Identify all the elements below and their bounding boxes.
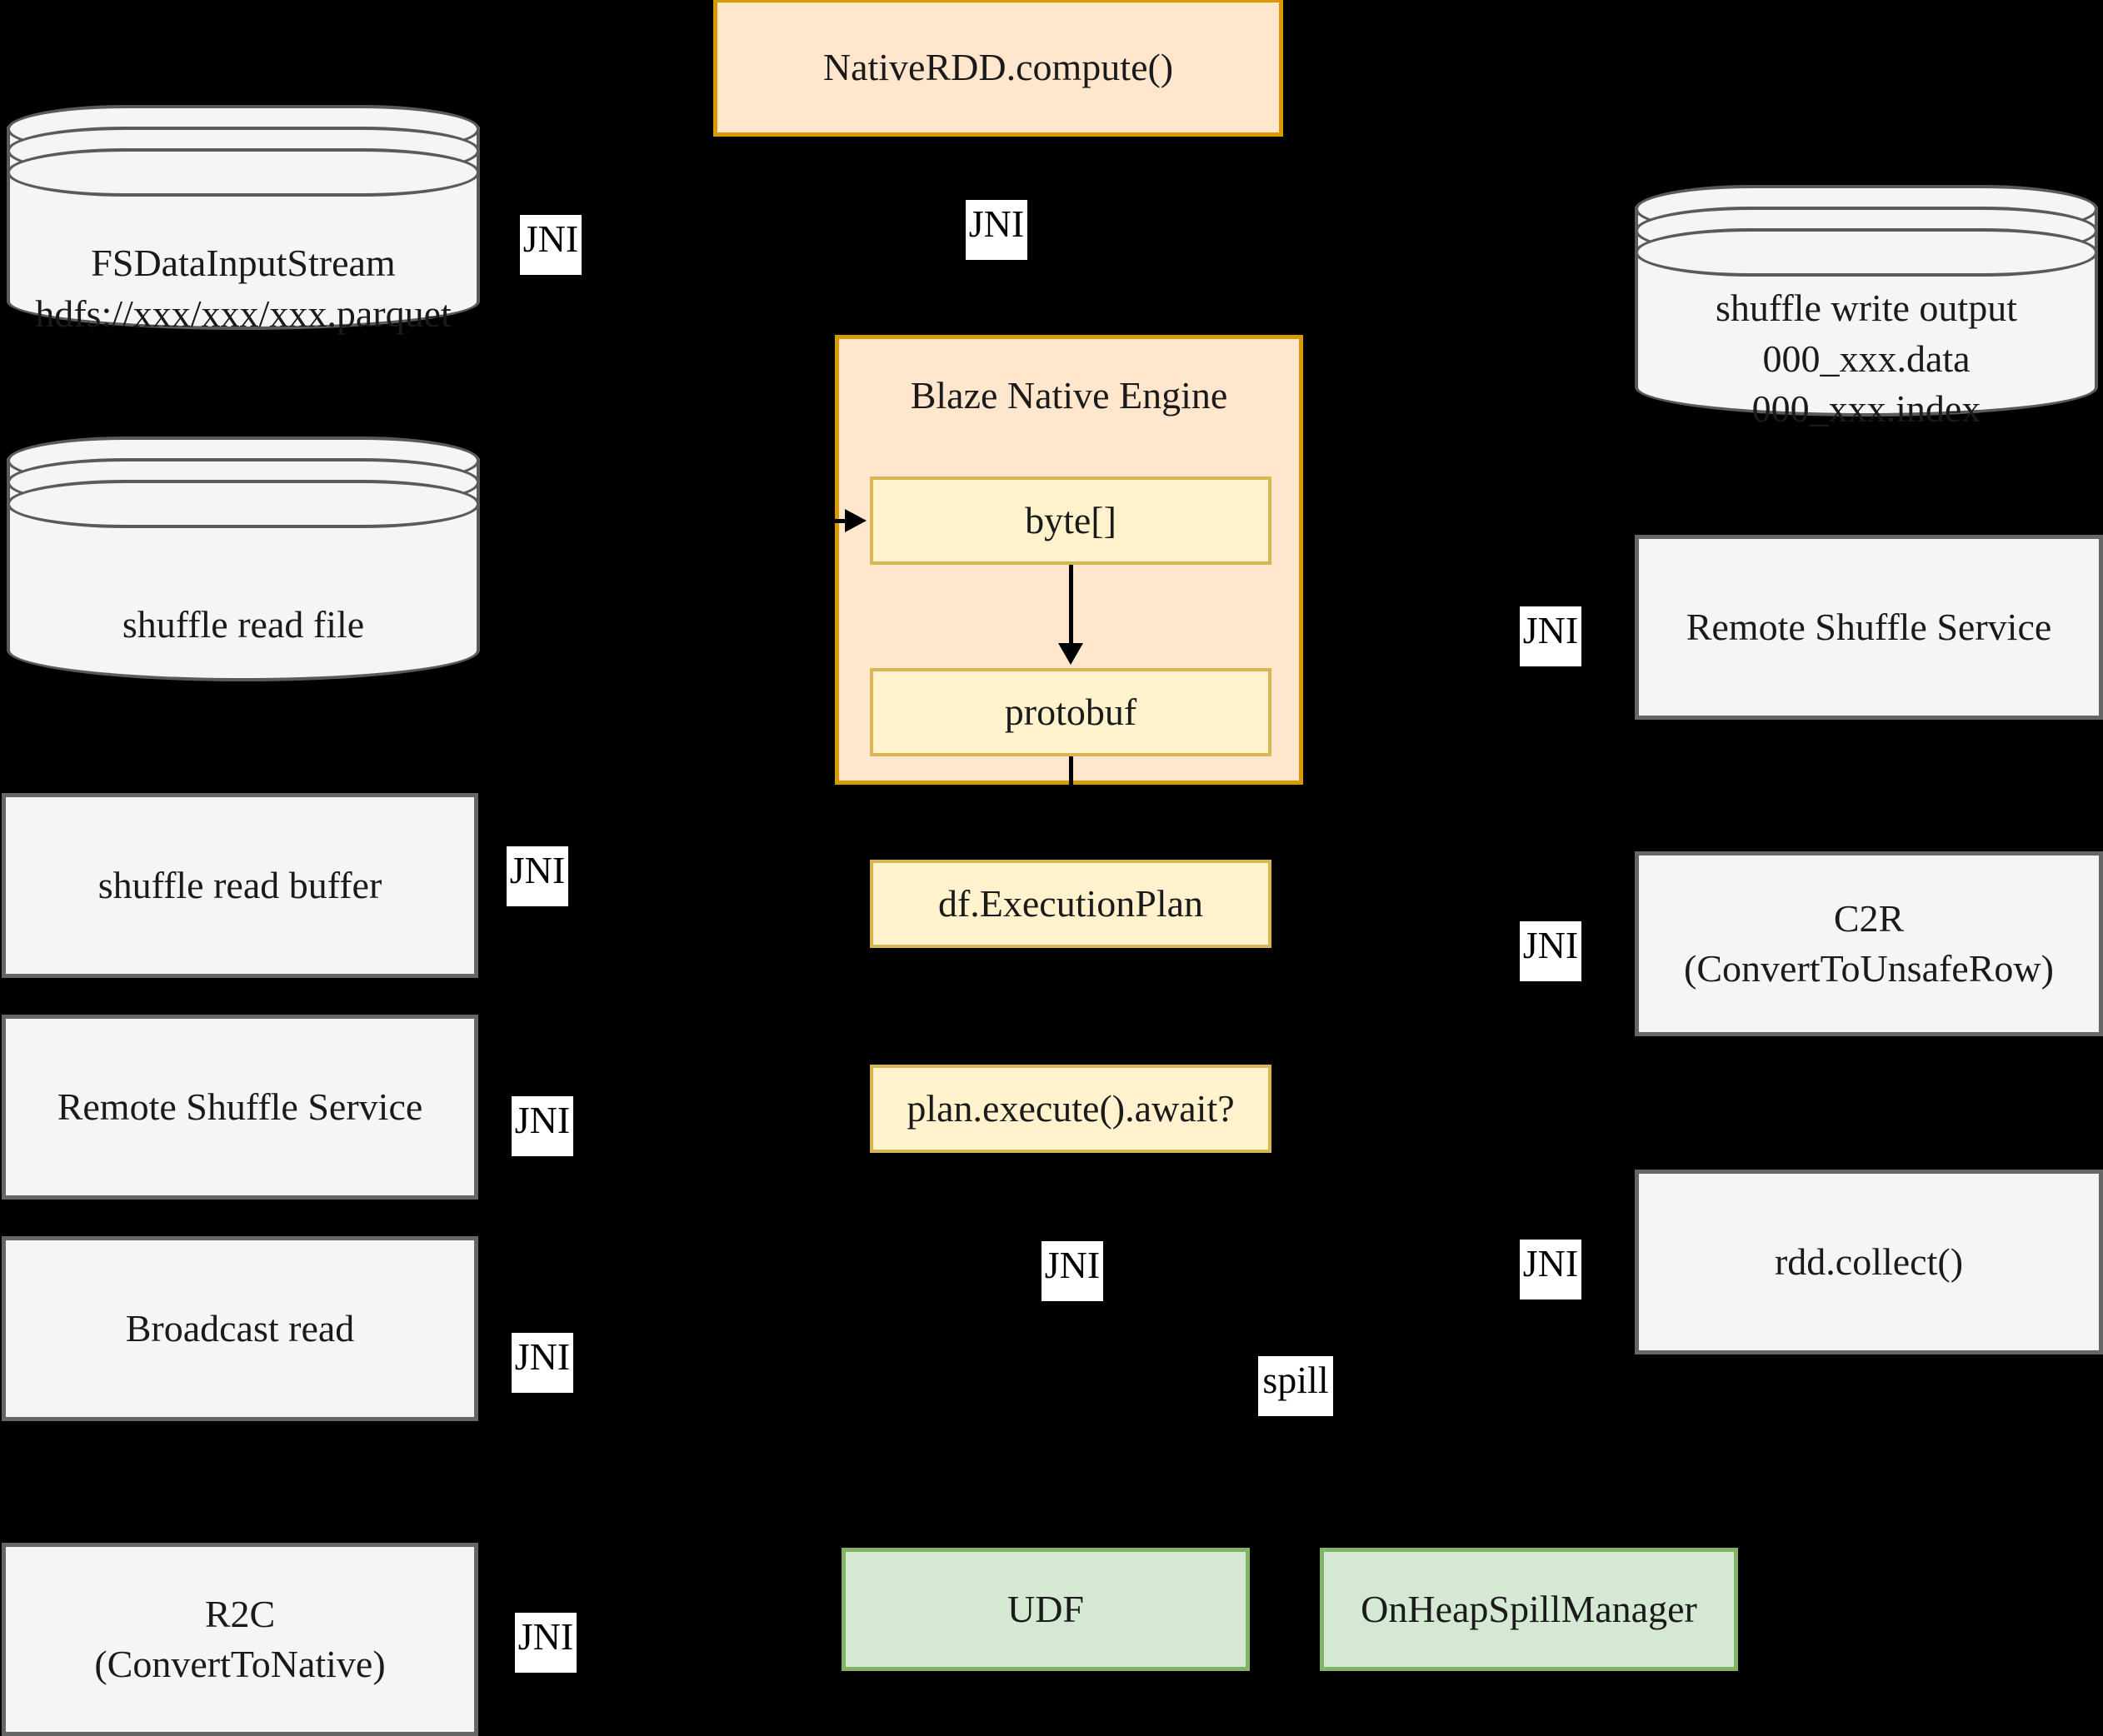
node-remote-shuffle-service-left[interactable]: Remote Shuffle Service xyxy=(2,1015,478,1200)
engine-title: Blaze Native Engine xyxy=(910,374,1228,417)
node-df-execution-plan[interactable]: df.ExecutionPlan xyxy=(870,860,1271,948)
arrowhead-executionplan-to-planexecute xyxy=(1058,1031,1083,1053)
cylinder-lid-bottom xyxy=(7,148,480,197)
node-nativerdd-compute[interactable]: NativeRDD.compute() xyxy=(713,0,1283,137)
node-label: FSDataInputStream hdfs://xxx/xxx/xxx.par… xyxy=(35,242,452,335)
edge-into-byte-array xyxy=(815,519,848,523)
edge-stub-remote-shuffle-service-left xyxy=(478,1119,515,1123)
edge-label-jni-c2r: JNI xyxy=(1520,921,1581,981)
node-shuffle-read-file[interactable]: shuffle read file xyxy=(7,436,480,681)
edge-label-jni-fsdatainputstream: JNI xyxy=(520,215,582,275)
node-plan-execute-await[interactable]: plan.execute().await? xyxy=(870,1065,1271,1153)
cylinder-lid-bottom xyxy=(7,480,480,528)
edge-label-jni-remote-shuffle-service-right: JNI xyxy=(1520,606,1581,666)
edge-into-plan-execute xyxy=(815,1107,848,1111)
arrowhead-byte-to-protobuf xyxy=(1058,643,1083,665)
node-broadcast-read[interactable]: Broadcast read xyxy=(2,1236,478,1421)
edge-stub-r2c xyxy=(478,1635,515,1639)
node-udf[interactable]: UDF xyxy=(842,1548,1250,1671)
cylinder-lid-bottom xyxy=(1635,228,2098,277)
edge-label-jni-r2c: JNI xyxy=(515,1613,577,1673)
node-fsdatainputstream[interactable]: FSDataInputStream hdfs://xxx/xxx/xxx.par… xyxy=(7,105,480,335)
node-label: shuffle write output 000_xxx.data 000_xx… xyxy=(1716,287,2017,431)
edge-stub-broadcast-read xyxy=(478,1355,515,1359)
node-shuffle-read-buffer[interactable]: shuffle read buffer xyxy=(2,793,478,978)
edge-label-jni-broadcast-read: JNI xyxy=(512,1333,573,1393)
edge-label-jni-shuffle-read-buffer: JNI xyxy=(507,846,568,906)
node-label: shuffle read file xyxy=(122,603,365,646)
diagram-canvas: FSDataInputStream hdfs://xxx/xxx/xxx.par… xyxy=(0,0,2103,1736)
arrowhead-protobuf-to-executionplan xyxy=(1058,835,1083,856)
node-byte-array[interactable]: byte[] xyxy=(870,476,1271,565)
edge-byte-to-protobuf xyxy=(1069,565,1073,651)
edge-executionplan-to-planexecute xyxy=(1069,948,1073,1040)
edge-label-jni-rdd-collect: JNI xyxy=(1520,1240,1581,1300)
edge-planexecute-right-stub xyxy=(1271,1107,1306,1111)
node-shuffle-write-output[interactable]: shuffle write output 000_xxx.data 000_xx… xyxy=(1635,185,2098,430)
node-c2r[interactable]: C2R (ConvertToUnsafeRow) xyxy=(1635,851,2103,1036)
node-remote-shuffle-service-right[interactable]: Remote Shuffle Service xyxy=(1635,535,2103,720)
edge-stub-fsdatainputstream xyxy=(480,237,517,242)
edge-label-jni-nativerdd: JNI xyxy=(966,200,1027,260)
edge-protobuf-to-executionplan xyxy=(1069,756,1073,843)
edge-label-jni-remote-shuffle-service-left: JNI xyxy=(512,1096,573,1156)
arrowhead-into-plan-execute xyxy=(845,1097,867,1120)
node-rdd-collect[interactable]: rdd.collect() xyxy=(1635,1170,2103,1354)
edge-label-spill: spill xyxy=(1258,1356,1333,1416)
node-protobuf[interactable]: protobuf xyxy=(870,668,1271,756)
node-r2c[interactable]: R2C (ConvertToNative) xyxy=(2,1543,478,1736)
edge-label-jni-engine-bottom: JNI xyxy=(1042,1241,1103,1301)
arrowhead-into-byte-array xyxy=(845,509,867,532)
node-onheapspillmanager[interactable]: OnHeapSpillManager xyxy=(1320,1548,1738,1671)
